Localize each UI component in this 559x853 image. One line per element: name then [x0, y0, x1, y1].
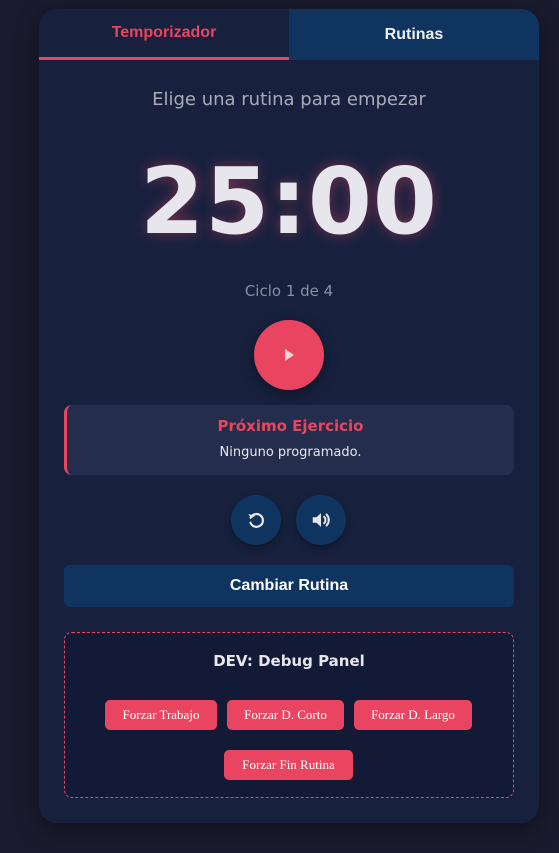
change-routine-button[interactable]: Cambiar Rutina	[64, 565, 514, 607]
play-button[interactable]	[254, 320, 324, 390]
routine-prompt: Elige una rutina para empezar	[152, 89, 426, 110]
tab-bar: Temporizador Rutinas	[39, 9, 539, 60]
play-icon	[285, 349, 294, 361]
force-work-button[interactable]: Forzar Trabajo	[105, 700, 217, 730]
sound-button[interactable]	[296, 495, 346, 545]
next-exercise-title: Próximo Ejercicio	[217, 417, 364, 435]
volume-icon	[312, 513, 330, 527]
force-short-break-button[interactable]: Forzar D. Corto	[227, 700, 344, 730]
timer-card: Temporizador Rutinas Elige una rutina pa…	[39, 9, 539, 823]
timer-display: 25:00	[140, 148, 438, 255]
reset-icon	[248, 513, 264, 528]
force-long-break-button[interactable]: Forzar D. Largo	[354, 700, 472, 730]
next-exercise-text: Ninguno programado.	[219, 445, 362, 460]
cycle-counter: Ciclo 1 de 4	[244, 282, 334, 300]
debug-panel: DEV: Debug Panel Forzar Trabajo Forzar D…	[64, 632, 514, 798]
next-exercise-panel: Próximo Ejercicio Ninguno programado.	[64, 405, 514, 475]
reset-button[interactable]	[231, 495, 281, 545]
tab-temporizador[interactable]: Temporizador	[39, 9, 289, 60]
tab-rutinas[interactable]: Rutinas	[289, 9, 539, 60]
debug-panel-title: DEV: Debug Panel	[213, 652, 365, 670]
force-end-routine-button[interactable]: Forzar Fin Rutina	[224, 750, 353, 780]
